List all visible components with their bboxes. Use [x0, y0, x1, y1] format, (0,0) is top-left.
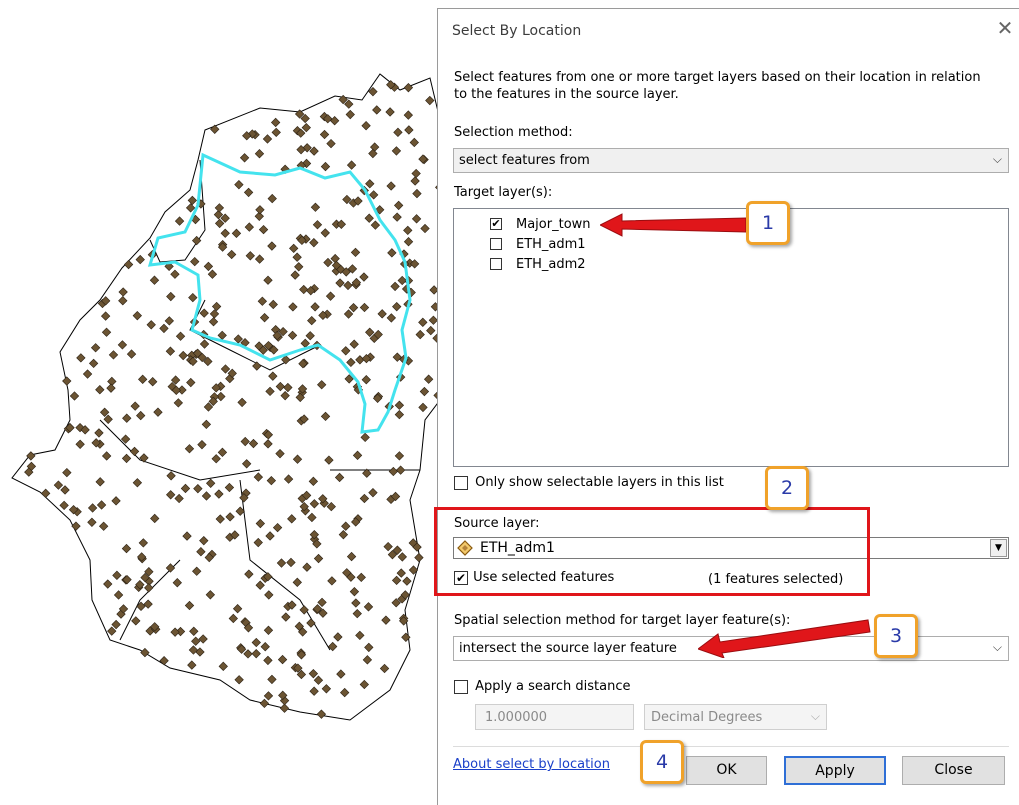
spatial-method-value: intersect the source layer feature — [459, 641, 677, 656]
search-distance-input[interactable]: 1.000000 — [475, 704, 634, 730]
about-link[interactable]: About select by location — [453, 757, 610, 772]
checkbox-checked-icon[interactable]: ✔ — [490, 218, 502, 230]
callout-3: 3 — [874, 614, 918, 658]
close-button[interactable]: Close — [902, 756, 1005, 785]
checkbox-icon[interactable] — [454, 679, 468, 694]
only-selectable-label: Only show selectable layers in this list — [475, 475, 724, 490]
target-layers-label: Target layer(s): — [454, 185, 553, 200]
select-by-location-dialog: Select By Location ✕ Select features fro… — [437, 8, 1019, 805]
target-layer-label: ETH_adm1 — [516, 236, 586, 252]
checkbox-icon[interactable] — [454, 475, 468, 490]
divider — [453, 746, 1009, 747]
dialog-description: Select features from one or more target … — [454, 70, 981, 102]
chevron-down-icon: ⌵ — [992, 640, 1002, 654]
target-layer-label: Major_town — [516, 216, 591, 232]
callout-1: 1 — [746, 201, 790, 245]
ok-button[interactable]: OK — [686, 756, 767, 785]
selection-method-select[interactable]: select features from ⌵ — [453, 148, 1009, 173]
target-layer-eth-adm1[interactable]: ETH_adm1 — [490, 235, 586, 253]
target-layer-label: ETH_adm2 — [516, 256, 586, 272]
dialog-title: Select By Location — [452, 23, 582, 39]
selection-method-label: Selection method: — [454, 125, 573, 140]
checkbox-icon[interactable] — [490, 238, 502, 250]
chevron-down-icon: ⌵ — [810, 709, 820, 723]
search-distance-option[interactable]: Apply a search distance — [454, 679, 630, 694]
target-layers-list[interactable]: ✔ Major_town ETH_adm1 ETH_adm2 — [453, 208, 1009, 467]
checkbox-icon[interactable] — [490, 258, 502, 270]
map-view[interactable] — [0, 0, 440, 805]
callout-4: 4 — [640, 740, 684, 784]
only-selectable-option[interactable]: Only show selectable layers in this list — [454, 475, 724, 490]
source-layer-highlight-box — [434, 507, 870, 596]
distance-units-select[interactable]: Decimal Degrees ⌵ — [644, 704, 827, 730]
distance-units-value: Decimal Degrees — [651, 710, 763, 725]
selection-method-value: select features from — [459, 153, 590, 168]
search-distance-value: 1.000000 — [485, 710, 548, 725]
arrow-1-icon — [600, 213, 747, 237]
target-layer-eth-adm2[interactable]: ETH_adm2 — [490, 255, 586, 273]
apply-button[interactable]: Apply — [784, 756, 886, 785]
close-icon[interactable]: ✕ — [994, 17, 1016, 39]
arrow-3-icon — [698, 619, 871, 658]
target-layer-major-town[interactable]: ✔ Major_town — [490, 215, 591, 233]
search-distance-label: Apply a search distance — [475, 679, 631, 694]
callout-2: 2 — [765, 466, 809, 510]
dropdown-arrow-icon[interactable]: ▼ — [990, 539, 1007, 557]
chevron-down-icon: ⌵ — [992, 152, 1002, 166]
